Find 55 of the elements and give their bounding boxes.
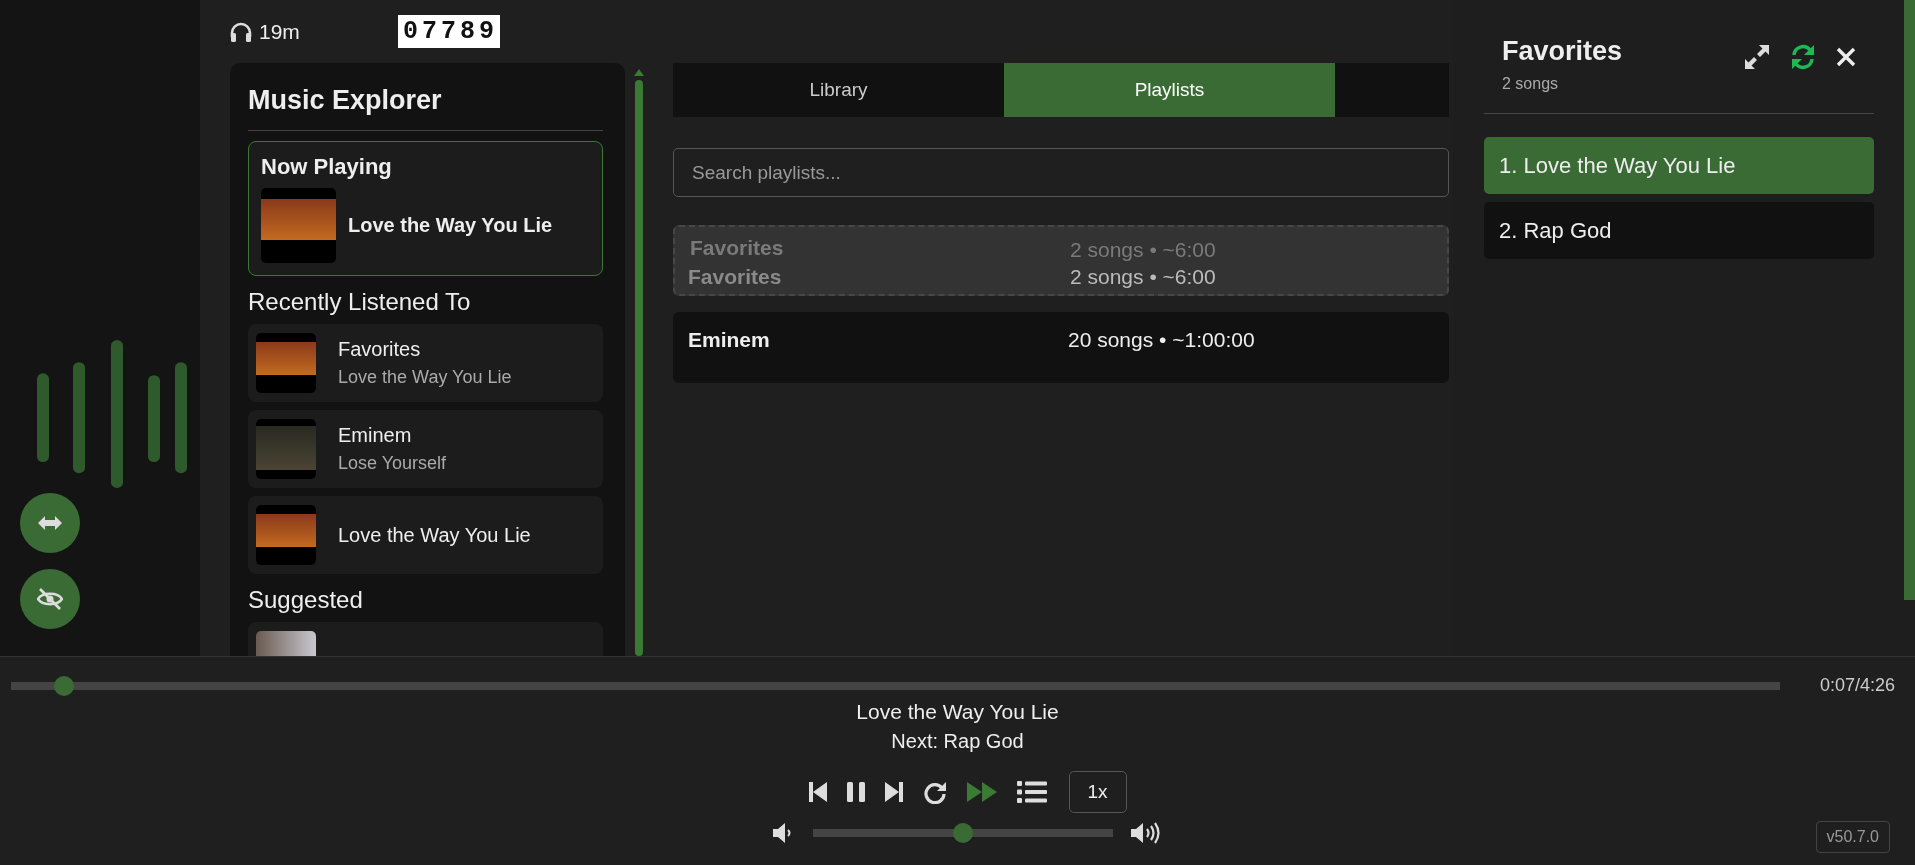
queue-item[interactable]: 1. Love the Way You Lie (1484, 137, 1874, 194)
fast-forward-icon[interactable] (966, 782, 997, 802)
item-title: Eminem (338, 424, 413, 447)
next-track: Next: Rap God (891, 730, 1024, 753)
sidebar-title: Music Explorer (248, 85, 603, 131)
scrollbar[interactable] (1904, 0, 1915, 600)
playlist-info: 2 songs • ~6:00 (1070, 239, 1216, 261)
repeat-icon[interactable] (922, 780, 947, 804)
search-field[interactable]: Search playlists... (673, 148, 1449, 197)
item-subtitle: Lose Yourself (338, 453, 447, 474)
next-icon[interactable] (884, 782, 903, 802)
song-count: 2 songs (1502, 75, 1560, 93)
recent-item[interactable]: Love the Way You Lie (248, 496, 603, 574)
panel-title: Favorites (1502, 36, 1623, 67)
item-title: Favorites (338, 338, 422, 361)
photo-placeholder (256, 505, 316, 565)
dragged-playlist-name: Favorites (688, 266, 783, 288)
song-title: Love the Way You Lie (348, 214, 553, 237)
version-badge: v50.7.0 (1815, 821, 1890, 853)
previous-icon[interactable] (808, 782, 827, 802)
eye-slash-icon (37, 588, 63, 610)
playback-time: 0:07/4:26 (1819, 675, 1895, 696)
now-playing-heading: Now Playing (261, 154, 393, 180)
visit-counter: 07789 (398, 15, 500, 48)
headphones-icon (230, 21, 252, 42)
playlist-info: 20 songs • ~1:00:00 (1068, 328, 1255, 352)
resize-button[interactable] (20, 493, 80, 553)
recent-item[interactable]: Eminem Lose Yourself (248, 410, 603, 488)
list-icon[interactable] (1016, 781, 1047, 803)
dragged-playlist-info: 2 songs • ~6:00 (1070, 266, 1216, 288)
volume-high-icon[interactable] (1130, 821, 1163, 845)
playlist-card[interactable]: Eminem 20 songs • ~1:00:00 (673, 312, 1449, 383)
speed-button[interactable]: 1x (1068, 771, 1127, 813)
expand-icon[interactable] (1744, 44, 1770, 70)
refresh-icon[interactable] (1790, 44, 1816, 70)
queue-item[interactable]: 2. Rap God (1484, 202, 1874, 259)
volume-handle[interactable] (952, 823, 973, 843)
pause-icon[interactable] (846, 782, 865, 802)
close-icon[interactable] (1836, 47, 1856, 67)
horizontal-arrows-icon (38, 516, 62, 530)
item-title: Love the Way You Lie (338, 523, 531, 547)
playlist-name: Eminem (688, 328, 771, 352)
track-title: Love the Way You Lie (856, 700, 1059, 724)
photo-placeholder (256, 419, 316, 479)
section-heading: Recently Listened To (248, 288, 472, 316)
photo-placeholder (256, 333, 316, 393)
item-subtitle: Love the Way You Lie (338, 367, 512, 388)
hide-button[interactable] (20, 569, 80, 629)
section-heading: Suggested (248, 586, 364, 614)
listen-time: 19m (259, 19, 300, 44)
recent-item[interactable]: Favorites Love the Way You Lie (248, 324, 603, 402)
playlist-name: Favorites (690, 237, 785, 259)
tab[interactable]: Playlists (1004, 63, 1335, 117)
progress-handle[interactable] (54, 675, 75, 696)
now-playing-card[interactable]: Now Playing Love the Way You Lie (248, 141, 603, 276)
